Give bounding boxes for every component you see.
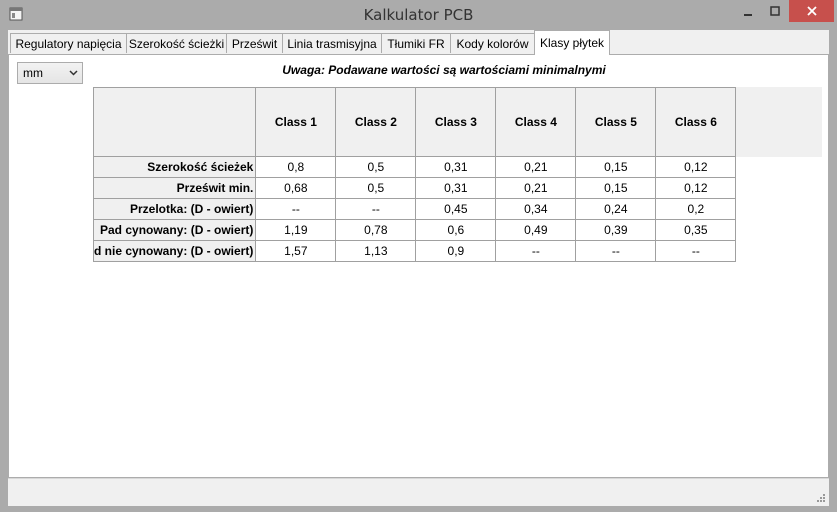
row-header[interactable]: Szerokość ścieżek <box>92 156 257 178</box>
table-cell[interactable]: 0,6 <box>415 219 497 241</box>
table-corner-cell[interactable] <box>92 87 257 157</box>
tab-przeswit[interactable]: Prześwit <box>226 33 283 53</box>
tab-strip: Regulatory napięcia Szerokość ścieżki Pr… <box>8 30 829 55</box>
table-cell[interactable]: 0,15 <box>575 156 657 178</box>
column-header-class-4[interactable]: Class 4 <box>495 87 577 157</box>
minimize-icon <box>744 14 752 16</box>
row-header-label: Pad cynowany: (D - owiert) <box>100 223 254 237</box>
table-cell[interactable]: 1,57 <box>255 240 337 262</box>
app-window: Kalkulator PCB Regulatory napięcia Szero… <box>0 0 837 512</box>
table-row: Szerokość ścieżek 0,8 0,5 0,31 0,21 0,15… <box>92 156 737 178</box>
table-cell[interactable]: 0,49 <box>495 219 577 241</box>
unit-select[interactable]: mm <box>17 62 83 84</box>
row-header[interactable]: Pad cynowany: (D - owiert) <box>92 219 257 241</box>
unit-select-value: mm <box>23 66 43 80</box>
table-row: d nie cynowany: (D - owiert) 1,57 1,13 0… <box>92 240 737 262</box>
close-button[interactable] <box>789 0 834 22</box>
row-header[interactable]: d nie cynowany: (D - owiert) <box>92 240 257 262</box>
resize-grip-icon[interactable] <box>816 493 826 503</box>
tab-kody-kolorow[interactable]: Kody kolorów <box>450 33 535 53</box>
table-cell[interactable]: 0,39 <box>575 219 657 241</box>
table-cell[interactable]: 0,5 <box>335 156 417 178</box>
window-title: Kalkulator PCB <box>363 6 474 24</box>
row-header[interactable]: Prześwit min. <box>92 177 257 199</box>
tab-panel-klasy-plytek: mm Uwaga: Podawane wartości są wartościa… <box>8 54 829 478</box>
column-header-class-1[interactable]: Class 1 <box>255 87 337 157</box>
tab-szerokosc-sciezki[interactable]: Szerokość ścieżki <box>126 33 227 53</box>
table-cell[interactable]: 0,31 <box>415 156 497 178</box>
row-header[interactable]: Przelotka: (D - owiert) <box>92 198 257 220</box>
table-cell[interactable]: 0,12 <box>655 156 737 178</box>
table-cell[interactable]: 0,31 <box>415 177 497 199</box>
table-cell[interactable]: 0,8 <box>255 156 337 178</box>
table-cell[interactable]: 0,45 <box>415 198 497 220</box>
table-cell[interactable]: 0,68 <box>255 177 337 199</box>
table-cell[interactable]: -- <box>495 240 577 262</box>
minimize-button[interactable] <box>733 0 763 22</box>
table-cell[interactable]: 1,19 <box>255 219 337 241</box>
table-cell[interactable]: 0,2 <box>655 198 737 220</box>
table-cell[interactable]: 0,21 <box>495 156 577 178</box>
tab-tlumiki-fr[interactable]: Tłumiki FR <box>381 33 451 53</box>
table-cell[interactable]: 0,15 <box>575 177 657 199</box>
table-cell[interactable]: 0,9 <box>415 240 497 262</box>
table-row: Przelotka: (D - owiert) -- -- 0,45 0,34 … <box>92 198 737 220</box>
tab-klasy-plytek[interactable]: Klasy płytek <box>534 30 610 55</box>
table-header-row: Class 1 Class 2 Class 3 Class 4 Class 5 … <box>92 87 737 157</box>
table-cell[interactable]: -- <box>655 240 737 262</box>
table-cell[interactable]: 1,13 <box>335 240 417 262</box>
tab-regulatory-napiecia[interactable]: Regulatory napięcia <box>10 33 127 53</box>
row-header-label: Szerokość ścieżek <box>147 160 254 174</box>
tab-linia-trasmisyjna[interactable]: Linia trasmisyjna <box>282 33 382 53</box>
table-cell[interactable]: 0,21 <box>495 177 577 199</box>
table-cell[interactable]: 0,78 <box>335 219 417 241</box>
row-header-label: Przelotka: (D - owiert) <box>130 202 254 216</box>
row-header-label: Prześwit min. <box>176 181 254 195</box>
client-area: Regulatory napięcia Szerokość ścieżki Pr… <box>8 30 829 506</box>
maximize-button[interactable] <box>760 0 790 22</box>
column-header-class-5[interactable]: Class 5 <box>575 87 657 157</box>
table-cell[interactable]: -- <box>575 240 657 262</box>
title-bar[interactable]: Kalkulator PCB <box>0 0 837 30</box>
table-cell[interactable]: -- <box>255 198 337 220</box>
table-cell[interactable]: 0,34 <box>495 198 577 220</box>
row-header-label: d nie cynowany: (D - owiert) <box>94 244 254 258</box>
table-cell[interactable]: 0,12 <box>655 177 737 199</box>
pcb-class-table: Class 1 Class 2 Class 3 Class 4 Class 5 … <box>92 87 737 262</box>
table-cell[interactable]: 0,5 <box>335 177 417 199</box>
column-header-class-2[interactable]: Class 2 <box>335 87 417 157</box>
maximize-icon <box>770 6 780 16</box>
status-bar <box>8 478 829 506</box>
column-header-class-3[interactable]: Class 3 <box>415 87 497 157</box>
table-cell[interactable]: -- <box>335 198 417 220</box>
column-header-class-6[interactable]: Class 6 <box>655 87 737 157</box>
notice-text: Uwaga: Podawane wartości są wartościami … <box>282 63 606 77</box>
table-cell[interactable]: 0,35 <box>655 219 737 241</box>
table-row: Pad cynowany: (D - owiert) 1,19 0,78 0,6… <box>92 219 737 241</box>
chevron-down-icon <box>69 70 78 76</box>
table-row: Prześwit min. 0,68 0,5 0,31 0,21 0,15 0,… <box>92 177 737 199</box>
table-cell[interactable]: 0,24 <box>575 198 657 220</box>
close-icon <box>806 6 817 16</box>
